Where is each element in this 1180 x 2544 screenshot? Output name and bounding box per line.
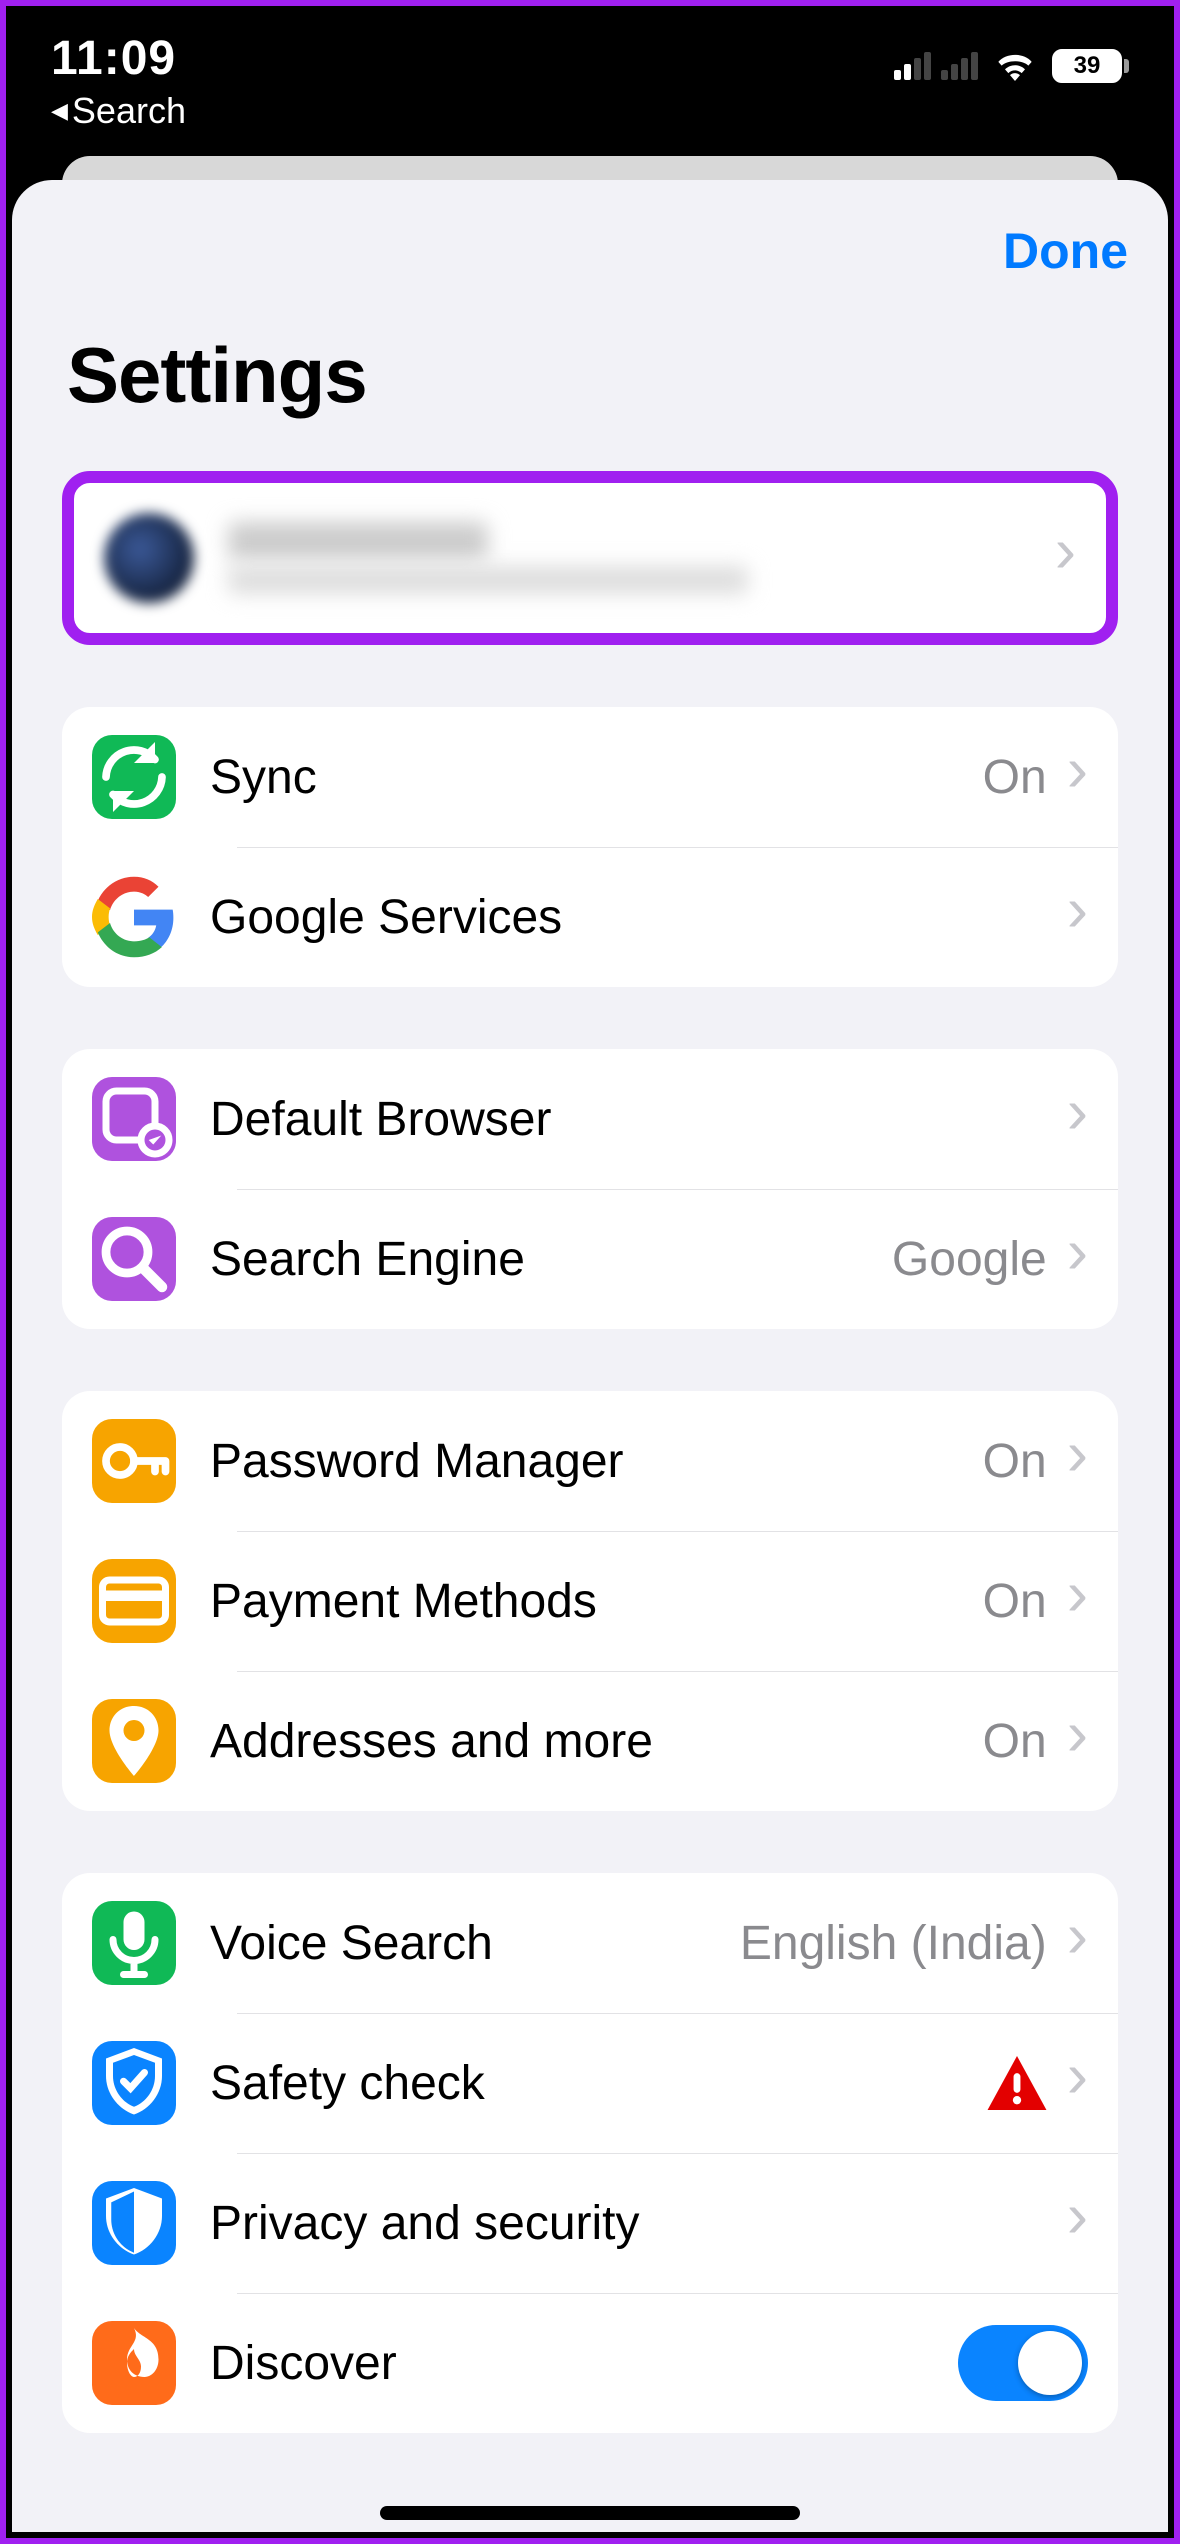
safety-check-row[interactable]: Safety check: [62, 2013, 1118, 2153]
shield-icon: [92, 2181, 176, 2265]
account-row[interactable]: [74, 483, 1106, 633]
chevron-right-icon: [1067, 1094, 1088, 1144]
payment-methods-row[interactable]: Payment Methods On: [62, 1531, 1118, 1671]
settings-sheet: Done Settings: [12, 180, 1168, 2532]
voice-search-row[interactable]: Voice Search English (India): [62, 1873, 1118, 2013]
sheet-stack: Done Settings: [12, 156, 1168, 2532]
discover-row[interactable]: Discover: [62, 2293, 1118, 2433]
discover-toggle[interactable]: [958, 2325, 1088, 2401]
cellular-signal-icon: [894, 52, 931, 80]
account-email-redacted: [228, 566, 748, 594]
password-manager-label: Password Manager: [210, 1434, 983, 1489]
search-engine-value: Google: [892, 1232, 1047, 1287]
flame-icon: [92, 2321, 176, 2405]
google-services-label: Google Services: [210, 890, 1067, 945]
default-browser-icon: [92, 1077, 176, 1161]
chevron-right-icon: [1067, 1436, 1088, 1486]
misc-group: Voice Search English (India) Safety chec…: [62, 1873, 1118, 2433]
discover-label: Discover: [210, 2336, 958, 2391]
password-manager-value: On: [983, 1434, 1047, 1489]
shield-check-icon: [92, 2041, 176, 2125]
wifi-icon: [994, 51, 1036, 81]
payment-methods-value: On: [983, 1574, 1047, 1629]
chevron-right-icon: [1067, 2058, 1088, 2108]
microphone-icon: [92, 1901, 176, 1985]
google-services-row[interactable]: Google Services: [62, 847, 1118, 987]
phone-frame: 11:09 Search 39: [6, 6, 1174, 2538]
home-indicator[interactable]: [380, 2506, 800, 2520]
account-name-redacted: [228, 522, 488, 560]
chevron-right-icon: [1067, 1576, 1088, 1626]
addresses-row[interactable]: Addresses and more On: [62, 1671, 1118, 1811]
page-title: Settings: [12, 280, 1168, 471]
chevron-right-icon: [1067, 1716, 1088, 1766]
sync-value: On: [983, 750, 1047, 805]
addresses-value: On: [983, 1714, 1047, 1769]
voice-search-value: English (India): [740, 1916, 1047, 1971]
default-browser-label: Default Browser: [210, 1092, 1067, 1147]
chevron-right-icon: [1067, 892, 1088, 942]
account-group: [62, 471, 1118, 645]
sync-group: Sync On Google Services: [62, 707, 1118, 987]
location-pin-icon: [92, 1699, 176, 1783]
status-time: 11:09: [51, 31, 186, 86]
sync-icon: [92, 735, 176, 819]
key-icon: [92, 1419, 176, 1503]
privacy-security-label: Privacy and security: [210, 2196, 1067, 2251]
chevron-right-icon: [1067, 752, 1088, 802]
chevron-right-icon: [1067, 1234, 1088, 1284]
sheet-header: Done: [12, 180, 1168, 280]
autofill-group: Password Manager On Payment Methods On: [62, 1391, 1118, 1811]
avatar: [104, 513, 194, 603]
search-engine-label: Search Engine: [210, 1232, 892, 1287]
payment-methods-label: Payment Methods: [210, 1574, 983, 1629]
default-browser-row[interactable]: Default Browser: [62, 1049, 1118, 1189]
google-icon: [92, 875, 176, 959]
voice-search-label: Voice Search: [210, 1916, 740, 1971]
safety-check-label: Safety check: [210, 2056, 987, 2111]
sync-label: Sync: [210, 750, 983, 805]
search-engine-row[interactable]: Search Engine Google: [62, 1189, 1118, 1329]
cellular-signal-icon-2: [941, 52, 978, 80]
status-back-search[interactable]: Search: [51, 90, 186, 132]
search-icon: [92, 1217, 176, 1301]
chevron-right-icon: [1067, 2198, 1088, 2248]
chevron-right-icon: [1067, 1918, 1088, 1968]
status-bar: 11:09 Search 39: [6, 6, 1174, 156]
chevron-right-icon: [1055, 533, 1076, 583]
battery-indicator: 39: [1052, 49, 1129, 83]
sync-row[interactable]: Sync On: [62, 707, 1118, 847]
credit-card-icon: [92, 1559, 176, 1643]
browser-group: Default Browser Search Engine Google: [62, 1049, 1118, 1329]
privacy-security-row[interactable]: Privacy and security: [62, 2153, 1118, 2293]
addresses-label: Addresses and more: [210, 1714, 983, 1769]
warning-icon: [987, 2056, 1047, 2110]
done-button[interactable]: Done: [1003, 222, 1128, 280]
password-manager-row[interactable]: Password Manager On: [62, 1391, 1118, 1531]
